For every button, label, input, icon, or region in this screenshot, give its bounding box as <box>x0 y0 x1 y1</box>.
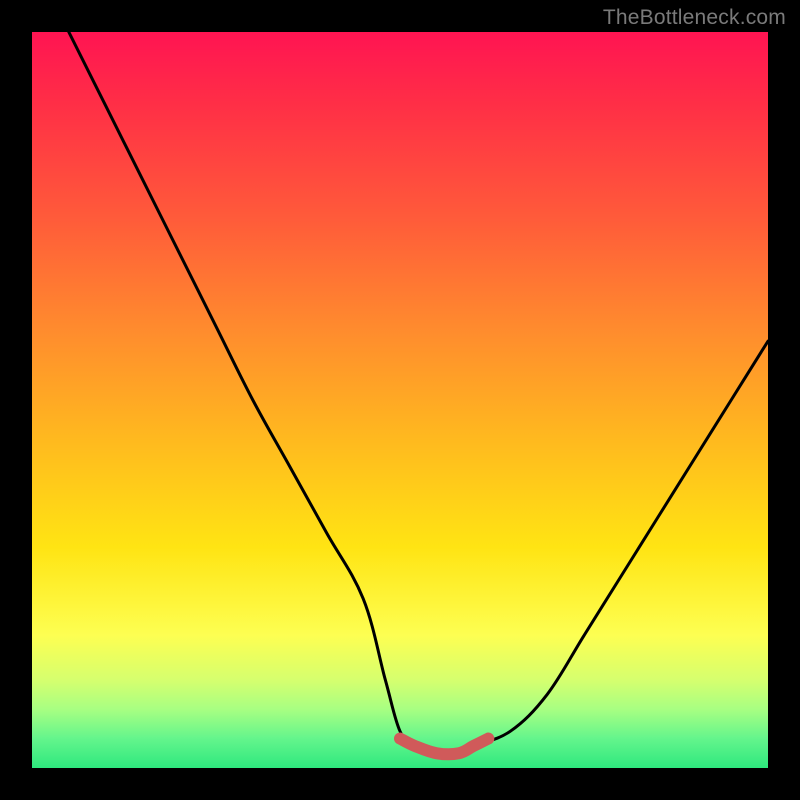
chart-frame: TheBottleneck.com <box>0 0 800 800</box>
watermark-text: TheBottleneck.com <box>603 6 786 30</box>
bottleneck-curve-svg <box>32 32 768 768</box>
bottleneck-flat-highlight-path <box>400 739 488 755</box>
gradient-plot-area <box>32 32 768 768</box>
bottleneck-curve-path <box>69 32 768 754</box>
